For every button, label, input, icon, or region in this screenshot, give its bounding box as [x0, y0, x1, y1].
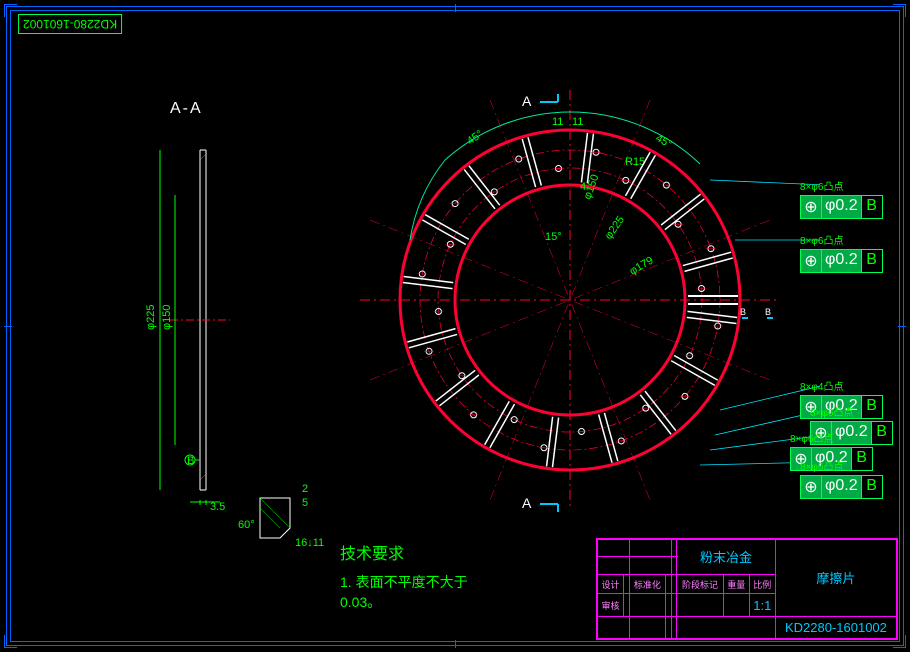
detail-d1: 16↓11	[295, 537, 324, 549]
gdt-1-sym: ⊕	[801, 196, 822, 218]
angle3-dim: 15°	[545, 231, 562, 243]
frame-tick-left	[4, 326, 12, 327]
cad-viewport: KD2280-1601002 A-A φ225 φ150 3.5	[0, 0, 910, 652]
gdt-4-datum: B	[872, 422, 892, 444]
section-marker-a-bottom: A	[522, 495, 532, 511]
slot-dim: 4	[580, 181, 586, 193]
angle2-dim: 45°	[654, 132, 674, 151]
bc2-dim: φ179	[628, 254, 656, 277]
frame-corner-tr	[893, 4, 906, 17]
gdt-3-label: 8×φ4凸点	[800, 378, 883, 393]
slot11a-dim: 11	[552, 116, 563, 128]
bc1-dim: φ225	[603, 214, 627, 242]
outer-dia-dim: φ225	[145, 305, 157, 331]
detail-view: 60° 16↓11 5 2	[230, 478, 340, 568]
detail-d2: 5	[302, 497, 308, 509]
gdt-callout-2: 8×φ6凸点 ⊕ φ0.2 B	[800, 232, 883, 273]
gdt-6-sym: ⊕	[801, 476, 822, 498]
thickness-dim: 3.5	[210, 501, 225, 510]
frame-tick-top	[455, 4, 456, 12]
svg-text:B: B	[765, 307, 771, 317]
frame-corner-tl	[4, 4, 17, 17]
inner-dia-dim: φ150	[161, 305, 173, 331]
detail-angle: 60°	[238, 519, 255, 531]
title-block: 粉末冶金 摩擦片 设计 标准化 阶段标记 重量 比例 审核 1:1	[596, 538, 898, 640]
tech-req-title: 技术要求	[340, 540, 510, 564]
main-view: 45° 45° 15° φ225 φ179 φ150 R15 4 11 11 A	[360, 90, 820, 530]
gdt-1-datum: B	[862, 196, 882, 218]
section-label: A-A	[170, 100, 203, 118]
drawing-no-cell: KD2280-1601002	[775, 616, 896, 638]
drawing-number-mirrored: KD2280-1601002	[18, 14, 122, 34]
detail-d3: 2	[302, 483, 308, 495]
gdt-5-label: 8×φ6凸点	[790, 430, 873, 445]
section-view: φ225 φ150 3.5 B	[130, 140, 260, 510]
gdt-6-datum: B	[862, 476, 882, 498]
gdt-4-label: 8×φ6凸点	[810, 404, 893, 419]
datum-b: B	[187, 455, 194, 467]
material-cell: 粉末冶金	[677, 540, 776, 575]
gdt-6-tol: φ0.2	[822, 476, 862, 498]
gdt-callout-6: 8×φ6凸点 ⊕ φ0.2 B	[800, 458, 883, 499]
technical-requirements: 技术要求 1. 表面不平度不大于 0.03。	[340, 540, 510, 612]
part-name-cell: 摩擦片	[775, 540, 896, 617]
angle1-dim: 45°	[465, 128, 486, 147]
gdt-2-datum: B	[862, 250, 882, 272]
gdt-6-label: 8×φ6凸点	[800, 458, 883, 473]
gdt-callout-1: 8×φ6凸点 ⊕ φ0.2 B	[800, 178, 883, 219]
section-marker-a-top: A	[522, 93, 532, 109]
gdt-2-label: 8×φ6凸点	[800, 232, 883, 247]
frame-tick-bottom	[455, 640, 456, 648]
slot11b-dim: 11	[572, 116, 583, 128]
frame-corner-bl	[4, 635, 17, 648]
gdt-1-tol: φ0.2	[822, 196, 862, 218]
svg-text:B: B	[740, 307, 746, 317]
gdt-2-tol: φ0.2	[822, 250, 862, 272]
frame-tick-right	[898, 326, 906, 327]
gdt-2-sym: ⊕	[801, 250, 822, 272]
gdt-1-label: 8×φ6凸点	[800, 178, 883, 193]
tech-req-item-1: 1. 表面不平度不大于 0.03。	[340, 572, 510, 612]
scale-cell: 1:1	[749, 594, 775, 616]
